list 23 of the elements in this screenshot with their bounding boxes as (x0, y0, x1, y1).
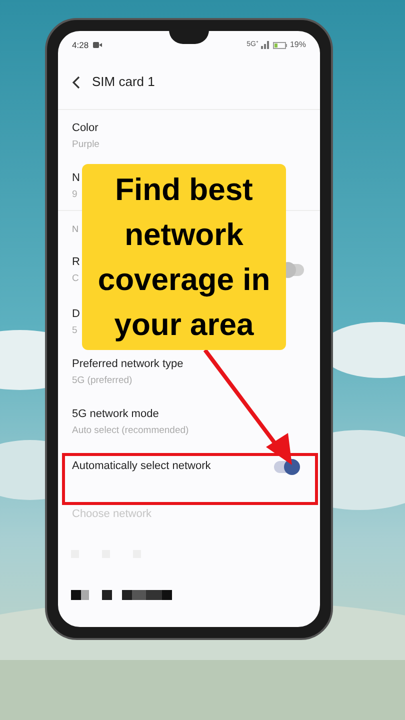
setting-value: 5G (preferred) (72, 375, 132, 386)
setting-title: Choose network (72, 508, 152, 521)
setting-value: Auto select (recommended) (72, 425, 189, 436)
setting-value: 5 (72, 325, 78, 336)
setting-title: D (72, 308, 80, 321)
setting-title: 5G network mode (72, 408, 159, 421)
battery-icon (272, 42, 287, 48)
status-time: 4:28 (72, 38, 89, 52)
setting-value: C (72, 273, 79, 284)
back-icon[interactable] (72, 76, 80, 88)
setting-title: Preferred network type (72, 358, 184, 371)
setting-title: Automatically select network (72, 460, 211, 473)
caption-text: Find best network coverage in your area (96, 171, 272, 344)
signal-icon (260, 41, 270, 49)
setting-title: R (72, 256, 80, 269)
setting-title: Color (72, 122, 98, 135)
setting-title: N (72, 172, 80, 185)
section-header: N (72, 225, 80, 234)
screen-title: SIM card 1 (92, 73, 155, 92)
setting-value: Purple (72, 139, 100, 150)
battery-level: 19% (290, 39, 306, 51)
setting-value: 9 (72, 189, 78, 200)
video-icon (92, 42, 102, 48)
